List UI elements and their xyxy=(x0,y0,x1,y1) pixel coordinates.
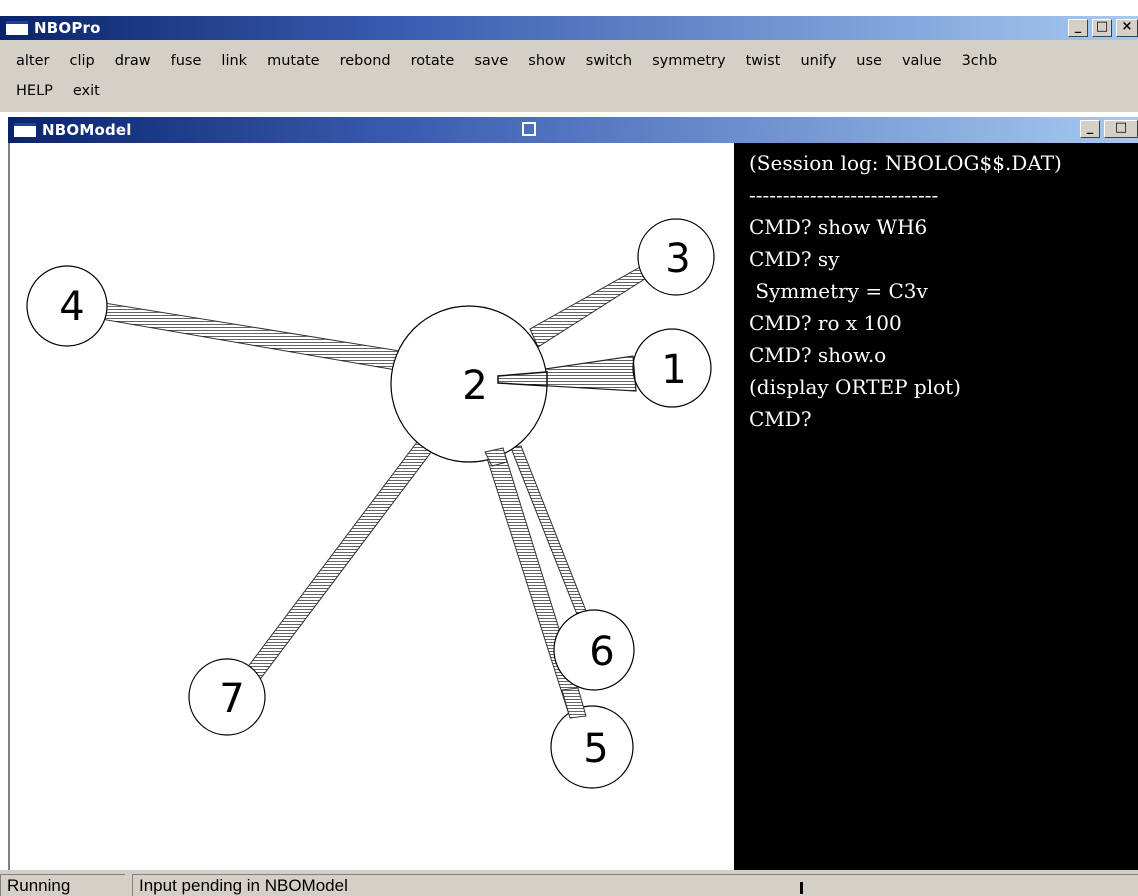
menu-item-value[interactable]: value xyxy=(902,53,942,69)
menu-item-draw[interactable]: draw xyxy=(115,53,151,69)
model-maximize-icon[interactable]: □ xyxy=(1104,120,1138,138)
model-window-icon xyxy=(14,123,36,137)
console-line: (Session log: NBOLOG$$.DAT) xyxy=(749,151,1062,175)
maximize-icon[interactable]: □ xyxy=(1092,19,1112,37)
session-console[interactable]: (Session log: NBOLOG$$.DAT) -------------… xyxy=(734,143,1138,870)
bond-2-7 xyxy=(243,441,433,683)
menu-item-use[interactable]: use xyxy=(856,53,882,69)
model-window: 1 3 4 6 7 5 2 (Session log: NBOLOG$$.DAT… xyxy=(8,143,1138,870)
menu-item-exit[interactable]: exit xyxy=(73,83,100,99)
menu-item-rebond[interactable]: rebond xyxy=(340,53,391,69)
console-line: Symmetry = C3v xyxy=(749,279,928,303)
close-icon[interactable]: × xyxy=(1116,19,1138,37)
restore-icon[interactable] xyxy=(522,122,536,136)
model-window-title-bar[interactable]: NBOModel _ □ xyxy=(8,117,1138,143)
console-line: (display ORTEP plot) xyxy=(749,375,961,399)
menu-item-save[interactable]: save xyxy=(474,53,508,69)
model-minimize-icon[interactable]: _ xyxy=(1080,120,1100,138)
atom-label-7: 7 xyxy=(219,676,244,722)
console-line: CMD? ro x 100 xyxy=(749,311,902,335)
console-line: ---------------------------- xyxy=(749,183,939,207)
app-title: NBOPro xyxy=(34,19,101,37)
app-title-bar[interactable]: NBOPro _ □ × xyxy=(0,16,1138,40)
model-window-title: NBOModel xyxy=(42,121,132,139)
bond-2-4 xyxy=(97,301,401,371)
console-line: CMD? sy xyxy=(749,247,840,271)
ortep-plot[interactable]: 1 3 4 6 7 5 2 xyxy=(10,143,732,870)
menu-bar: alter clip draw fuse link mutate rebond rotate s… xyxy=(0,40,1138,112)
status-message: Input pending in NBOModel xyxy=(132,874,1138,896)
console-line: CMD? show WH6 xyxy=(749,215,928,239)
console-line: CMD? xyxy=(749,407,812,431)
menu-item-3chb[interactable]: 3chb xyxy=(962,53,998,69)
menu-item-fuse[interactable]: fuse xyxy=(171,53,202,69)
status-bar: Running Input pending in NBOModel xyxy=(0,870,1138,896)
bond-2-5-overlay xyxy=(561,687,587,719)
atom-3[interactable]: 3 xyxy=(637,218,715,296)
menu-item-mutate[interactable]: mutate xyxy=(267,53,320,69)
text-cursor-icon xyxy=(800,882,803,894)
atom-label-3: 3 xyxy=(665,236,690,282)
atom-2[interactable]: 2 xyxy=(390,305,548,467)
atom-label-6: 6 xyxy=(589,629,614,675)
menu-item-link[interactable]: link xyxy=(221,53,247,69)
atom-label-2: 2 xyxy=(462,363,487,409)
menu-row-secondary: HELP exit xyxy=(16,79,120,103)
menu-row-primary: alter clip draw fuse link mutate rebond rotate s… xyxy=(16,49,1017,73)
atom-1[interactable]: 1 xyxy=(632,328,712,408)
console-line: CMD? show.o xyxy=(749,343,887,367)
menu-item-unify[interactable]: unify xyxy=(800,53,836,69)
menu-item-symmetry[interactable]: symmetry xyxy=(652,53,726,69)
menu-item-switch[interactable]: switch xyxy=(586,53,632,69)
atom-6[interactable]: 6 xyxy=(553,609,635,691)
minimize-icon[interactable]: _ xyxy=(1068,19,1088,37)
atom-4[interactable]: 4 xyxy=(26,265,108,347)
atom-label-4: 4 xyxy=(59,284,84,330)
status-state: Running xyxy=(0,874,125,896)
atom-5[interactable]: 5 xyxy=(550,705,634,789)
menu-item-help[interactable]: HELP xyxy=(16,83,53,99)
menu-item-show[interactable]: show xyxy=(528,53,565,69)
atom-label-1: 1 xyxy=(661,347,686,393)
atom-7[interactable]: 7 xyxy=(188,658,266,736)
menu-item-alter[interactable]: alter xyxy=(16,53,49,69)
molecule-canvas[interactable]: 1 3 4 6 7 5 2 xyxy=(10,143,732,870)
app-window-icon xyxy=(6,21,28,35)
menu-item-twist[interactable]: twist xyxy=(746,53,781,69)
menu-item-rotate[interactable]: rotate xyxy=(411,53,455,69)
atom-label-5: 5 xyxy=(583,726,608,772)
menu-item-clip[interactable]: clip xyxy=(69,53,94,69)
